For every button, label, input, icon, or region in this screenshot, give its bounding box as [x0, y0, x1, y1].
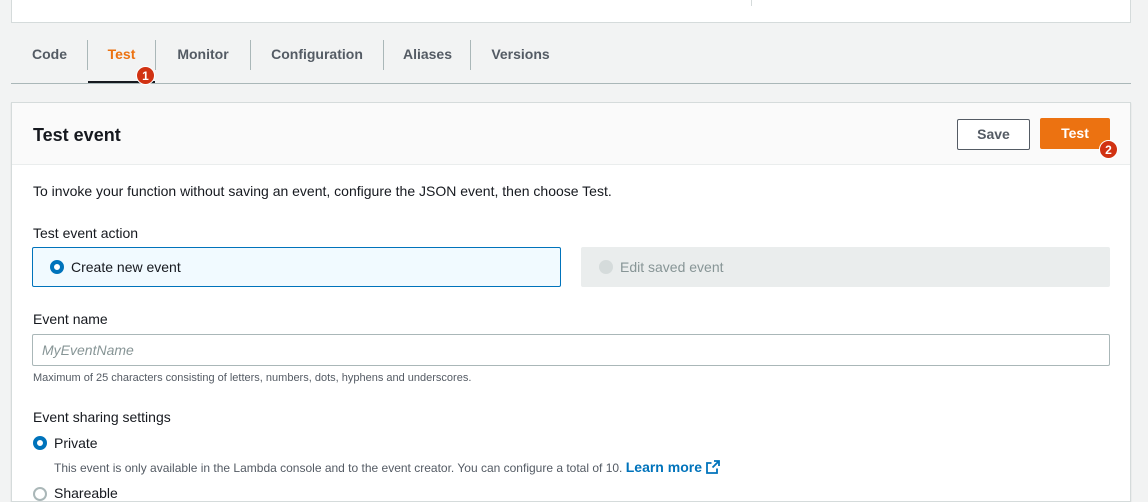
shareable-label: Shareable	[54, 485, 118, 501]
shareable-radio[interactable]	[33, 487, 47, 501]
tab-divider	[250, 40, 251, 70]
tab-monitor[interactable]: Monitor	[161, 36, 245, 83]
event-name-hint: Maximum of 25 characters consisting of l…	[33, 372, 472, 384]
tab-divider	[470, 40, 471, 70]
test-event-action-label: Test event action	[33, 225, 139, 241]
function-tabs: Code Test Monitor Configuration Aliases …	[11, 36, 1131, 84]
step-badge-2: 2	[1099, 140, 1118, 159]
edit-saved-event-label: Edit saved event	[620, 259, 724, 275]
learn-more-label: Learn more	[625, 459, 702, 475]
private-radio[interactable]	[33, 436, 47, 450]
panel-title: Test event	[33, 125, 121, 145]
panel-header: Test event Save Test	[12, 103, 1130, 165]
top-strip	[11, 0, 1131, 23]
step-badge-1: 1	[136, 66, 155, 85]
tab-configuration[interactable]: Configuration	[254, 36, 380, 83]
create-new-event-radio[interactable]	[50, 260, 64, 274]
event-name-input[interactable]: MyEventName	[32, 334, 1110, 366]
event-sharing-label: Event sharing settings	[33, 409, 171, 425]
external-link-icon	[706, 460, 720, 474]
top-strip-divider	[751, 0, 752, 6]
private-description-text: This event is only available in the Lamb…	[54, 461, 623, 475]
create-new-event-tile[interactable]: Create new event	[32, 247, 561, 287]
tab-divider	[383, 40, 384, 70]
event-name-label: Event name	[33, 311, 108, 327]
intro-text: To invoke your function without saving a…	[33, 183, 612, 199]
tab-aliases[interactable]: Aliases	[386, 36, 469, 83]
private-description: This event is only available in the Lamb…	[54, 459, 720, 475]
create-new-event-label: Create new event	[71, 259, 181, 275]
tab-code[interactable]: Code	[21, 36, 78, 83]
edit-saved-event-radio	[599, 260, 613, 274]
save-button[interactable]: Save	[957, 119, 1030, 150]
tab-divider	[155, 40, 156, 70]
tab-versions[interactable]: Versions	[474, 36, 567, 83]
learn-more-link[interactable]: Learn more	[626, 459, 720, 475]
private-label: Private	[54, 435, 98, 451]
edit-saved-event-tile: Edit saved event	[581, 247, 1110, 287]
test-event-panel: Test event Save Test To invoke your func…	[11, 102, 1131, 502]
